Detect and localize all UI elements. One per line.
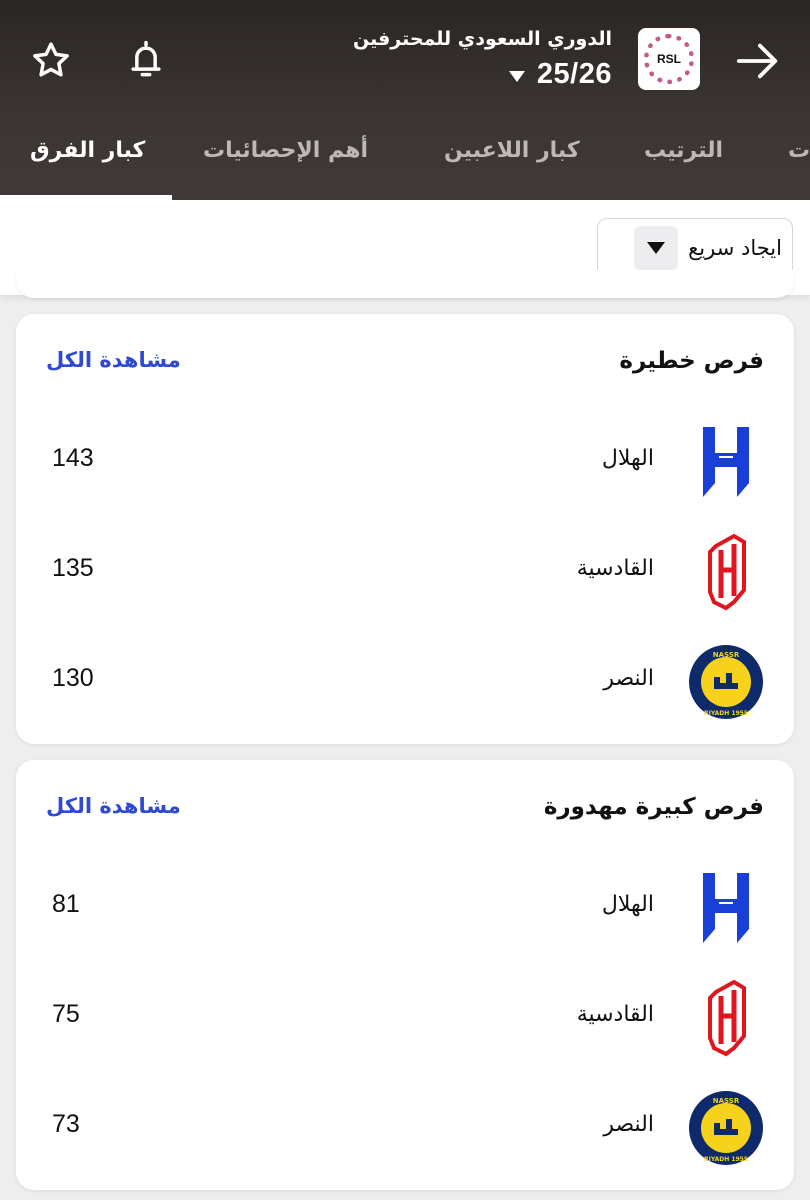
stat-value: 75: [52, 1000, 80, 1028]
nassr-logo-top-text: NASSR: [713, 651, 740, 659]
tab-partial[interactable]: ت: [788, 138, 810, 163]
nassr-logo-bottom-text: RIYADH 1955: [704, 1156, 748, 1163]
chevron-down-icon: [508, 70, 525, 82]
league-logo-text: RSL: [657, 52, 681, 66]
quick-find-dropdown[interactable]: ايجاد سريع: [597, 218, 793, 278]
alnassr-logo: NASSR RIYADH 1955: [686, 642, 766, 722]
team-row[interactable]: الهلال 81: [16, 858, 794, 958]
alqadsiah-logo: [686, 978, 766, 1058]
tab-standings[interactable]: الترتيب: [644, 138, 723, 163]
stat-value: 81: [52, 890, 80, 918]
tab-top-players[interactable]: كبار اللاعبين: [444, 138, 580, 163]
team-name: القادسية: [576, 1002, 654, 1027]
stat-value: 73: [52, 1110, 80, 1138]
tab-top-stats[interactable]: أهم الإحصائيات: [203, 138, 368, 163]
bell-icon[interactable]: [122, 36, 170, 84]
team-name: الهلال: [601, 446, 654, 471]
nassr-logo-bottom-text: RIYADH 1955: [704, 710, 748, 717]
stat-card-big-chances-missed: فرص كبيرة مهدورة مشاهدة الكل الهلال 81 ا…: [16, 760, 794, 1190]
star-icon[interactable]: [28, 38, 74, 84]
team-row[interactable]: القادسية 135: [16, 522, 794, 622]
team-row[interactable]: الهلال 143: [16, 412, 794, 512]
tab-bar: كبار الفرق أهم الإحصائيات كبار اللاعبين …: [0, 122, 810, 200]
season-selector[interactable]: 25/26: [508, 58, 612, 91]
stat-value: 143: [52, 444, 94, 472]
season-label: 25/26: [536, 58, 612, 90]
league-logo: RSL: [638, 28, 700, 90]
league-title: الدوري السعودي للمحترفين: [353, 28, 612, 50]
view-all-link[interactable]: مشاهدة الكل: [46, 794, 181, 818]
previous-card-edge: [16, 270, 794, 298]
alqadsiah-logo: [686, 532, 766, 612]
alhilal-logo: [686, 422, 766, 502]
alhilal-logo: [686, 868, 766, 948]
card-title: فرص كبيرة مهدورة: [543, 794, 764, 820]
tab-top-teams[interactable]: كبار الفرق: [30, 138, 145, 163]
team-name: النصر: [603, 666, 654, 691]
arrow-right-icon[interactable]: [734, 38, 782, 84]
card-title: فرص خطيرة: [619, 348, 764, 374]
nassr-logo-top-text: NASSR: [713, 1097, 740, 1105]
alnassr-logo: NASSR RIYADH 1955: [686, 1088, 766, 1168]
stat-card-big-chances: فرص خطيرة مشاهدة الكل الهلال 143 القادسي…: [16, 314, 794, 744]
stat-value: 135: [52, 554, 94, 582]
view-all-link[interactable]: مشاهدة الكل: [46, 348, 181, 372]
team-name: النصر: [603, 1112, 654, 1137]
quick-find-label: ايجاد سريع: [688, 236, 782, 260]
stat-value: 130: [52, 664, 94, 692]
team-name: الهلال: [601, 892, 654, 917]
team-row[interactable]: القادسية 75: [16, 968, 794, 1068]
team-name: القادسية: [576, 556, 654, 581]
app-header: RSL الدوري السعودي للمحترفين 25/26 كبار …: [0, 0, 810, 200]
team-row[interactable]: NASSR RIYADH 1955 النصر 73: [16, 1078, 794, 1178]
dropdown-button[interactable]: [634, 226, 679, 270]
caret-down-icon: [647, 242, 666, 254]
team-row[interactable]: NASSR RIYADH 1955 النصر 130: [16, 632, 794, 732]
